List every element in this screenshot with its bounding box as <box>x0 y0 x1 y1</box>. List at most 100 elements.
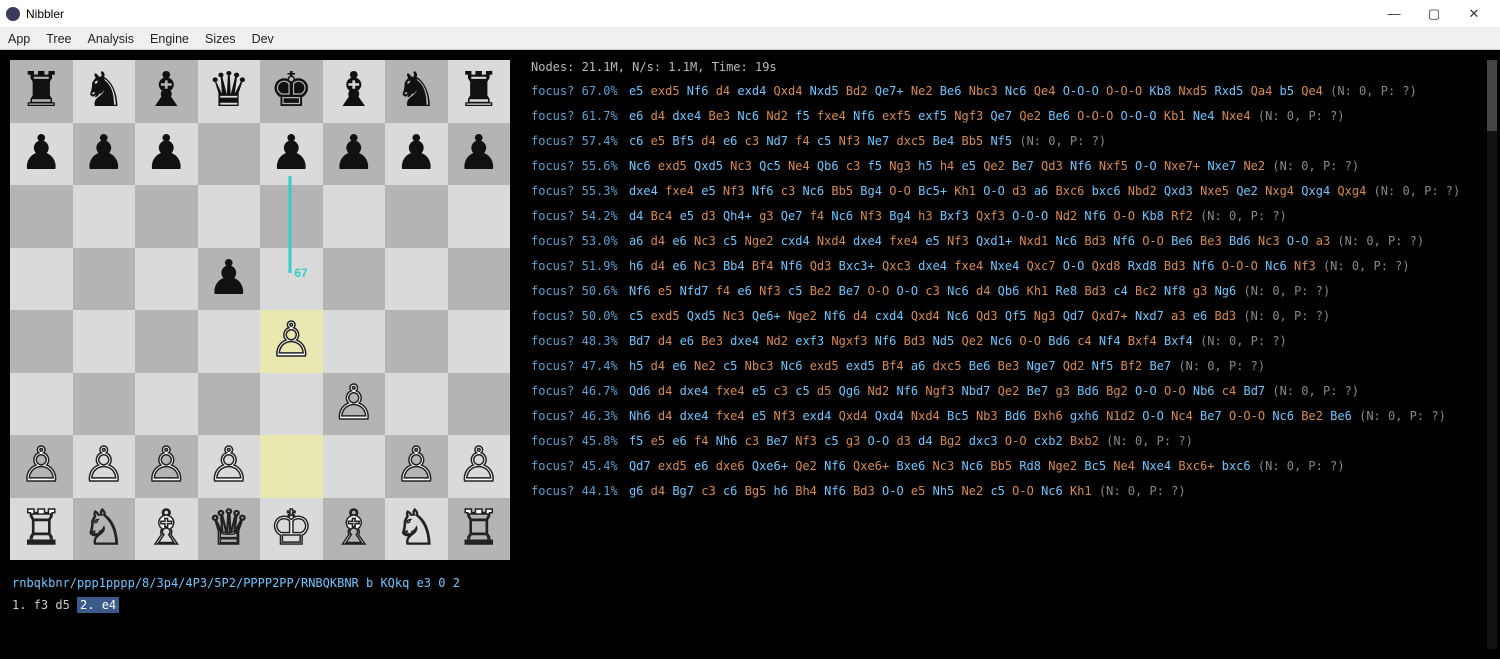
line-label[interactable]: focus? <box>531 184 574 198</box>
line-move[interactable]: O-O <box>896 284 918 298</box>
line-move[interactable]: Kb8 <box>1142 209 1164 223</box>
line-move[interactable]: Nf6 <box>824 309 846 323</box>
square-a5[interactable] <box>10 248 73 311</box>
line-move[interactable]: O-O-O <box>1012 209 1048 223</box>
line-label[interactable]: focus? <box>531 384 574 398</box>
current-move[interactable]: 2. e4 <box>77 597 119 613</box>
line-move[interactable]: Kb1 <box>1164 109 1186 123</box>
line-move[interactable]: d3 <box>1012 184 1026 198</box>
line-label[interactable]: focus? <box>531 259 574 273</box>
analysis-line[interactable]: focus? 61.7% e6 d4 dxe4 Be3 Nc6 Nd2 f5 f… <box>531 107 1488 125</box>
line-move[interactable]: Nf6 <box>687 84 709 98</box>
piece-a8[interactable]: ♜ <box>20 67 63 115</box>
line-move[interactable]: dxe4 <box>680 384 709 398</box>
square-h5[interactable] <box>448 248 511 311</box>
piece-g8[interactable]: ♞ <box>395 67 438 115</box>
line-move[interactable]: Qxd8 <box>1092 259 1121 273</box>
line-move[interactable]: cxd4 <box>781 234 810 248</box>
square-d4[interactable] <box>198 310 261 373</box>
line-move[interactable]: exd5 <box>651 309 680 323</box>
line-move[interactable]: O-O-O <box>1229 409 1265 423</box>
line-move[interactable]: Qe2 <box>1019 109 1041 123</box>
line-move[interactable]: e6 <box>737 284 751 298</box>
piece-c8[interactable]: ♝ <box>145 67 188 115</box>
line-move[interactable]: Bxf4 <box>1128 334 1157 348</box>
line-move[interactable]: Nf6 <box>824 484 846 498</box>
analysis-line[interactable]: focus? 47.4% h5 d4 e6 Ne2 c5 Nbc3 Nc6 ex… <box>531 357 1488 375</box>
line-move[interactable]: fxe4 <box>716 384 745 398</box>
line-move[interactable]: Nc6 <box>781 359 803 373</box>
line-move[interactable]: Nd2 <box>868 384 890 398</box>
line-move[interactable]: c3 <box>781 184 795 198</box>
line-move[interactable]: Qxd4 <box>911 309 940 323</box>
square-f4[interactable] <box>323 310 386 373</box>
line-move[interactable]: Qe7 <box>990 109 1012 123</box>
line-move[interactable]: c4 <box>1113 284 1127 298</box>
line-move[interactable]: Bh4 <box>795 484 817 498</box>
line-label[interactable]: focus? <box>531 84 574 98</box>
line-move[interactable]: O-O <box>1135 159 1157 173</box>
line-move[interactable]: g3 <box>759 209 773 223</box>
line-move[interactable]: exd5 <box>658 459 687 473</box>
square-e1[interactable]: ♔ <box>260 498 323 561</box>
line-move[interactable]: fxe4 <box>716 409 745 423</box>
line-move[interactable]: e5 <box>962 159 976 173</box>
line-move[interactable]: exd4 <box>737 84 766 98</box>
line-move[interactable]: exd5 <box>846 359 875 373</box>
line-move[interactable]: fxe4 <box>889 234 918 248</box>
line-move[interactable]: Nge2 <box>788 309 817 323</box>
line-move[interactable]: e6 <box>1193 309 1207 323</box>
line-move[interactable]: Nc6 <box>947 309 969 323</box>
square-d2[interactable]: ♙ <box>198 435 261 498</box>
line-move[interactable]: Bxh6 <box>1034 409 1063 423</box>
line-move[interactable]: dxe4 <box>672 109 701 123</box>
line-move[interactable]: f5 <box>629 434 643 448</box>
line-move[interactable]: Be7 <box>1200 409 1222 423</box>
line-move[interactable]: Rd8 <box>1019 459 1041 473</box>
piece-h8[interactable]: ♜ <box>457 67 500 115</box>
line-move[interactable]: Qxc7 <box>1027 259 1056 273</box>
line-move[interactable]: Bc2 <box>1135 284 1157 298</box>
line-move[interactable]: exd5 <box>658 159 687 173</box>
line-move[interactable]: Qxe6+ <box>853 459 889 473</box>
line-move[interactable]: Nxf5 <box>1099 159 1128 173</box>
line-move[interactable]: Nf3 <box>774 409 796 423</box>
line-move[interactable]: Qxd1+ <box>976 234 1012 248</box>
line-move[interactable]: exf5 <box>918 109 947 123</box>
line-move[interactable]: Nf6 <box>896 384 918 398</box>
line-move[interactable]: Bb5 <box>831 184 853 198</box>
line-move[interactable]: Nd2 <box>766 109 788 123</box>
maximize-button[interactable]: ▢ <box>1414 0 1454 28</box>
line-move[interactable]: bxc6 <box>1222 459 1251 473</box>
line-move[interactable]: e5 <box>629 84 643 98</box>
line-move[interactable]: O-O-O <box>1121 109 1157 123</box>
line-move[interactable]: c3 <box>745 434 759 448</box>
line-move[interactable]: O-O <box>1287 234 1309 248</box>
line-move[interactable]: Nf6 <box>752 184 774 198</box>
line-move[interactable]: Qe4 <box>1034 84 1056 98</box>
line-move[interactable]: c5 <box>723 359 737 373</box>
line-move[interactable]: c3 <box>701 484 715 498</box>
line-move[interactable]: Nbc3 <box>745 359 774 373</box>
piece-b2[interactable]: ♙ <box>82 442 125 490</box>
square-b7[interactable]: ♟ <box>73 123 136 186</box>
line-move[interactable]: dxe4 <box>680 409 709 423</box>
line-move[interactable]: g3 <box>846 434 860 448</box>
line-move[interactable]: Nf3 <box>839 134 861 148</box>
line-move[interactable]: d4 <box>853 309 867 323</box>
piece-d5[interactable]: ♟ <box>207 255 250 303</box>
line-move[interactable]: dxc5 <box>896 134 925 148</box>
menu-app[interactable]: App <box>8 32 30 46</box>
menu-dev[interactable]: Dev <box>252 32 274 46</box>
line-move[interactable]: Nf6 <box>1070 159 1092 173</box>
line-move[interactable]: Qg6 <box>839 384 861 398</box>
piece-d1[interactable]: ♕ <box>207 505 250 553</box>
square-e6[interactable] <box>260 185 323 248</box>
line-move[interactable]: e6 <box>672 259 686 273</box>
square-a1[interactable]: ♖ <box>10 498 73 561</box>
line-move[interactable]: Nxe5 <box>1200 184 1229 198</box>
line-move[interactable]: Re8 <box>1056 284 1078 298</box>
square-h7[interactable]: ♟ <box>448 123 511 186</box>
line-move[interactable]: O-O <box>1142 234 1164 248</box>
line-move[interactable]: Nfd7 <box>680 284 709 298</box>
